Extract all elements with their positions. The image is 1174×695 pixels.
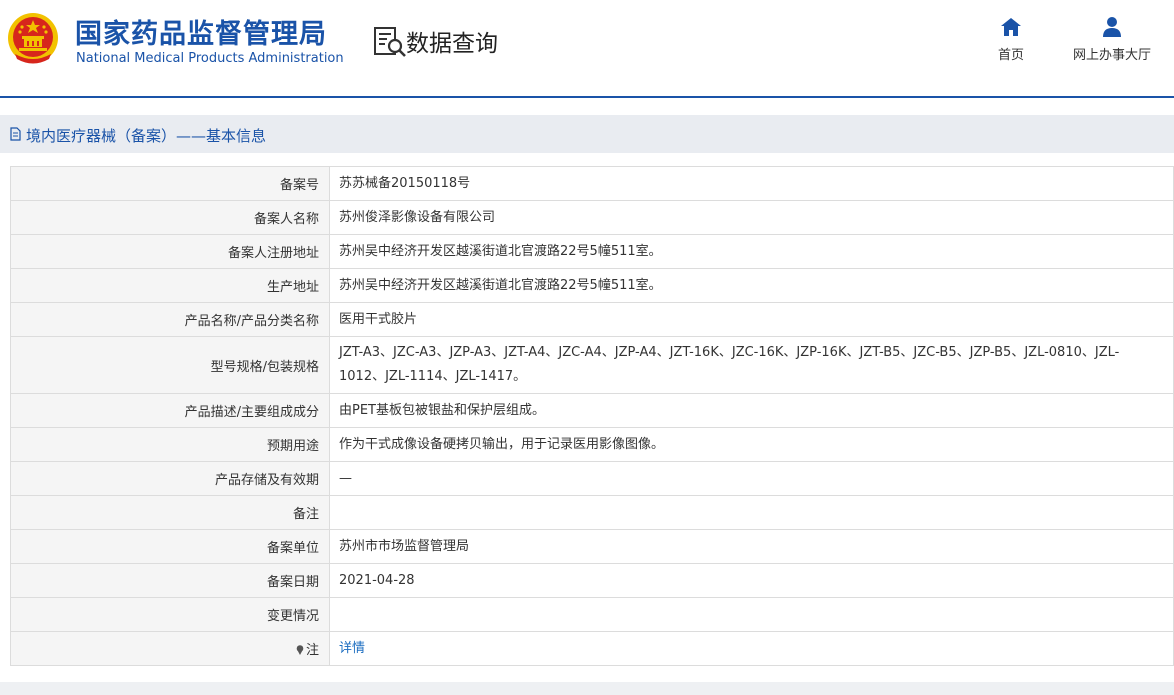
- field-label: 备案单位: [10, 529, 330, 564]
- field-value: 苏州市市场监督管理局: [329, 529, 1174, 564]
- field-value: 作为干式成像设备硬拷贝输出，用于记录医用影像图像。: [329, 427, 1174, 462]
- field-value: 医用干式胶片: [329, 302, 1174, 337]
- field-label: 预期用途: [10, 427, 330, 462]
- field-value: 苏州吴中经济开发区越溪街道北官渡路22号5幢511室。: [329, 268, 1174, 303]
- data-query-title: 数据查询: [406, 31, 498, 57]
- field-label: 产品名称/产品分类名称: [10, 302, 330, 337]
- field-value: [329, 597, 1174, 632]
- table-row: 产品存储及有效期 —: [10, 461, 1174, 496]
- note-label: 注: [305, 643, 319, 658]
- table-row: 备案日期 2021-04-28: [10, 563, 1174, 598]
- field-label: 备注: [10, 495, 330, 530]
- table-row: 备案人注册地址 苏州吴中经济开发区越溪街道北官渡路22号5幢511室。: [10, 234, 1174, 269]
- section-header: 境内医疗器械（备案）——基本信息: [0, 115, 1174, 153]
- table-row: 型号规格/包装规格 JZT-A3、JZC-A3、JZP-A3、JZT-A4、JZ…: [10, 336, 1174, 394]
- section-title: 境内医疗器械（备案）——基本信息: [26, 127, 267, 145]
- nav-home-label: 首页: [997, 48, 1024, 63]
- pin-icon: [296, 645, 304, 655]
- page-bottom-bar: [0, 682, 1174, 695]
- home-icon: [1001, 18, 1021, 36]
- table-row: 注 详情: [10, 631, 1174, 666]
- field-value: [329, 495, 1174, 530]
- table-row: 预期用途 作为干式成像设备硬拷贝输出，用于记录医用影像图像。: [10, 427, 1174, 462]
- field-label: 备案人名称: [10, 200, 330, 235]
- table-row: 产品名称/产品分类名称 医用干式胶片: [10, 302, 1174, 337]
- national-emblem-icon: [8, 13, 58, 64]
- site-header: 国家药品监督管理局 National Medical Products Admi…: [0, 0, 1174, 96]
- nav-online-service-hall[interactable]: 网上办事大厅: [1064, 16, 1160, 63]
- field-label: 备案日期: [10, 563, 330, 598]
- field-label: 产品存储及有效期: [10, 461, 330, 496]
- field-label: 变更情况: [10, 597, 330, 632]
- document-icon: [10, 127, 21, 141]
- field-value: 苏州吴中经济开发区越溪街道北官渡路22号5幢511室。: [329, 234, 1174, 269]
- field-label: 生产地址: [10, 268, 330, 303]
- field-label: 备案号: [10, 166, 330, 201]
- field-value: 由PET基板包被银盐和保护层组成。: [329, 393, 1174, 428]
- table-row: 生产地址 苏州吴中经济开发区越溪街道北官渡路22号5幢511室。: [10, 268, 1174, 303]
- field-value: 详情: [329, 631, 1174, 666]
- document-search-icon: [374, 27, 406, 57]
- table-row: 备案单位 苏州市市场监督管理局: [10, 529, 1174, 564]
- field-label: 备案人注册地址: [10, 234, 330, 269]
- table-row: 备案人名称 苏州俊泽影像设备有限公司: [10, 200, 1174, 235]
- table-row: 备案号 苏苏械备20150118号: [10, 166, 1174, 201]
- field-value: —: [329, 461, 1174, 496]
- table-row: 备注: [10, 495, 1174, 530]
- header-divider: [0, 96, 1174, 98]
- details-link[interactable]: 详情: [339, 641, 365, 656]
- field-label: 产品描述/主要组成成分: [10, 393, 330, 428]
- table-row: 变更情况: [10, 597, 1174, 632]
- org-name-en: National Medical Products Administration: [76, 51, 344, 66]
- field-value: 苏州俊泽影像设备有限公司: [329, 200, 1174, 235]
- org-name-cn: 国家药品监督管理局: [75, 19, 327, 50]
- field-label-note: 注: [10, 631, 330, 666]
- field-value: 2021-04-28: [329, 563, 1174, 598]
- user-icon: [1103, 17, 1121, 37]
- field-value: JZT-A3、JZC-A3、JZP-A3、JZT-A4、JZC-A4、JZP-A…: [329, 336, 1174, 394]
- record-detail-table: 备案号 苏苏械备20150118号 备案人名称 苏州俊泽影像设备有限公司 备案人…: [10, 166, 1174, 666]
- nav-online-service-label: 网上办事大厅: [1072, 48, 1151, 63]
- field-value: 苏苏械备20150118号: [329, 166, 1174, 201]
- nav-home[interactable]: 首页: [990, 16, 1032, 63]
- table-row: 产品描述/主要组成成分 由PET基板包被银盐和保护层组成。: [10, 393, 1174, 428]
- field-label: 型号规格/包装规格: [10, 336, 330, 394]
